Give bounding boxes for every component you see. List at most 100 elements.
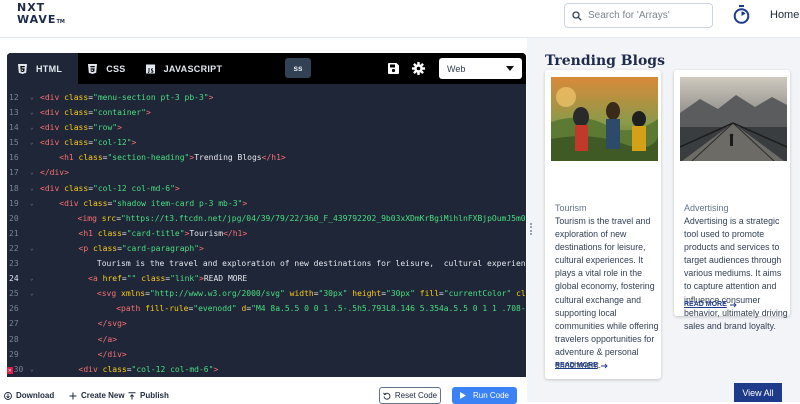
logo-tm: TM: [56, 19, 65, 25]
tab-javascript[interactable]: JAVASCRIPT: [136, 53, 233, 84]
code-text: <div class="shadow item-card p-3 mb-3">: [59, 198, 248, 208]
fold-chevron-icon[interactable]: ⌄: [30, 271, 34, 286]
line-number: 14 ⌄: [7, 120, 40, 135]
create-new-button[interactable]: Create New: [69, 391, 125, 400]
fold-chevron-icon[interactable]: ⌄: [30, 90, 34, 105]
line-number: 15 ⌄: [7, 135, 40, 150]
line-number-text: 22: [9, 243, 19, 253]
code-line[interactable]: 12 ⌄ <div class="menu-section pt-3 pb-3">: [7, 90, 526, 105]
line-number-text: 19: [9, 198, 19, 208]
home-link[interactable]: Home: [770, 9, 799, 21]
code-text: <div class="menu-section pt-3 pb-3">: [40, 93, 214, 102]
tab-css-label: CSS: [106, 63, 126, 74]
css3-icon: [88, 63, 98, 74]
publish-button[interactable]: Publish: [128, 391, 169, 400]
run-code-button[interactable]: Run Code: [452, 387, 517, 404]
editor-tabbar: HTML CSS JAVASCRIPT ss Web: [7, 53, 526, 84]
search-input[interactable]: [588, 10, 698, 21]
read-more-label: READ MORE: [555, 362, 598, 369]
fold-chevron-icon[interactable]: ⌄: [30, 105, 34, 120]
line-number: 16: [7, 150, 40, 165]
code-text: <div class="col-12 col-md-6">: [78, 364, 219, 374]
code-line[interactable]: 23 Tourism is the travel and exploration…: [7, 256, 526, 271]
publish-label: Publish: [140, 391, 169, 400]
fold-chevron-icon[interactable]: ⌄: [30, 241, 34, 256]
line-number-text: 23: [9, 259, 19, 269]
read-more-link[interactable]: READ MORE: [555, 362, 608, 369]
code-line[interactable]: 19 ⌄ <div class="shadow item-card p-3 mb-…: [7, 196, 526, 211]
fold-chevron-icon[interactable]: ⌄: [30, 362, 34, 377]
fold-chevron-icon[interactable]: ⌄: [30, 181, 34, 196]
code-line[interactable]: 17 ⌄ </div>: [7, 165, 526, 180]
error-icon[interactable]: ✕: [7, 366, 13, 374]
plus-icon: [69, 392, 77, 399]
code-line[interactable]: 28 </a>: [7, 332, 526, 347]
blog-card-advertising: Advertising Advertising is a strategic t…: [674, 70, 790, 331]
line-number-text: 24: [9, 274, 19, 284]
line-number: 29: [7, 347, 40, 362]
code-line[interactable]: 22 ⌄ <p class="card-paragraph">: [7, 241, 526, 256]
card-title: Tourism: [555, 203, 587, 213]
reset-icon: [383, 392, 391, 400]
line-number: 21: [7, 226, 40, 241]
code-line[interactable]: 26 <path fill-rule="evenodd" d="M4 8a.5.…: [7, 301, 526, 316]
arrow-right-icon: [729, 302, 737, 307]
line-number-text: 18: [9, 183, 19, 193]
tab-css[interactable]: CSS: [78, 53, 135, 84]
line-number: 19 ⌄: [7, 196, 40, 211]
code-text: <div class="row">: [40, 123, 122, 133]
line-number: 23: [7, 256, 39, 271]
read-more-link[interactable]: READ MORE: [684, 301, 737, 308]
code-line[interactable]: 21 <h1 class="card-title">Tourism</h1>: [7, 226, 526, 241]
card-title: Advertising: [684, 203, 729, 213]
view-mode-select[interactable]: Web: [439, 58, 522, 79]
code-line[interactable]: 20 <img src="https://t3.ftcdn.net/jpg/04…: [7, 211, 526, 226]
line-number: 28: [7, 332, 40, 347]
download-button[interactable]: Download: [4, 391, 54, 400]
code-text: <h1 class="card-title">Tourism</h1>: [78, 228, 248, 238]
fold-chevron-icon[interactable]: ⌄: [30, 196, 34, 211]
search-box[interactable]: [564, 3, 713, 28]
line-number-text: 29: [9, 349, 19, 359]
gear-icon[interactable]: [412, 62, 425, 75]
code-line[interactable]: 25 ⌄ <svg xmlns="http://www.w3.org/2000/s…: [7, 286, 526, 301]
advertising-image: [680, 77, 787, 161]
line-number-text: 21: [9, 228, 19, 238]
fold-chevron-icon[interactable]: ⌄: [30, 286, 34, 301]
code-line[interactable]: 18 ⌄ <div class="col-12 col-md-6">: [7, 181, 526, 196]
run-code-label: Run Code: [472, 391, 510, 400]
code-editor: HTML CSS JAVASCRIPT ss Web 12 ⌄ <div cla…: [7, 53, 526, 377]
view-all-button[interactable]: View All: [734, 383, 782, 402]
line-number-text: 27: [9, 319, 19, 329]
code-line[interactable]: 14 ⌄ <div class="row">: [7, 120, 526, 135]
code-line[interactable]: 15 ⌄ <div class="col-12">: [7, 135, 526, 150]
code-lines[interactable]: 12 ⌄ <div class="menu-section pt-3 pb-3"> 1…: [7, 90, 526, 377]
code-line[interactable]: 24 ⌄ <a href="" class="link">READ MORE: [7, 271, 526, 286]
line-number-text: 17: [9, 168, 19, 178]
line-number: 18 ⌄: [7, 181, 40, 196]
code-text: <svg xmlns="http://www.w3.org/2000/svg" …: [96, 289, 526, 299]
screenshot-button[interactable]: ss: [285, 58, 311, 78]
line-number-text: 30: [13, 364, 24, 374]
html5-icon: [18, 63, 27, 74]
pane-splitter[interactable]: [527, 38, 535, 402]
fold-chevron-icon[interactable]: ⌄: [30, 135, 34, 150]
stopwatch-icon[interactable]: [733, 5, 750, 24]
tab-html[interactable]: HTML: [7, 53, 79, 84]
code-line[interactable]: 13 ⌄ <div class="container">: [7, 105, 526, 120]
hikers-photo: [551, 77, 658, 161]
fold-chevron-icon[interactable]: ⌄: [30, 165, 34, 180]
nxtwave-logo[interactable]: NXT WAVETM: [17, 2, 65, 28]
code-line[interactable]: 16 <h1 class="section-heading">Trending …: [7, 150, 526, 165]
code-line[interactable]: ✕ 30 ⌄ <div class="col-12 col-md-6">: [7, 362, 526, 377]
code-line[interactable]: 29 </div>: [7, 347, 526, 362]
line-number: 25 ⌄: [7, 286, 39, 301]
code-line[interactable]: 27 </svg>: [7, 316, 526, 331]
fold-chevron-icon[interactable]: ⌄: [30, 120, 34, 135]
reset-code-label: Reset Code: [394, 391, 438, 400]
tab-javascript-label: JAVASCRIPT: [163, 63, 223, 74]
line-number-text: 20: [9, 213, 19, 223]
reset-code-button[interactable]: Reset Code: [379, 387, 441, 404]
save-icon[interactable]: [388, 63, 399, 74]
chevron-down-icon: [506, 66, 514, 71]
